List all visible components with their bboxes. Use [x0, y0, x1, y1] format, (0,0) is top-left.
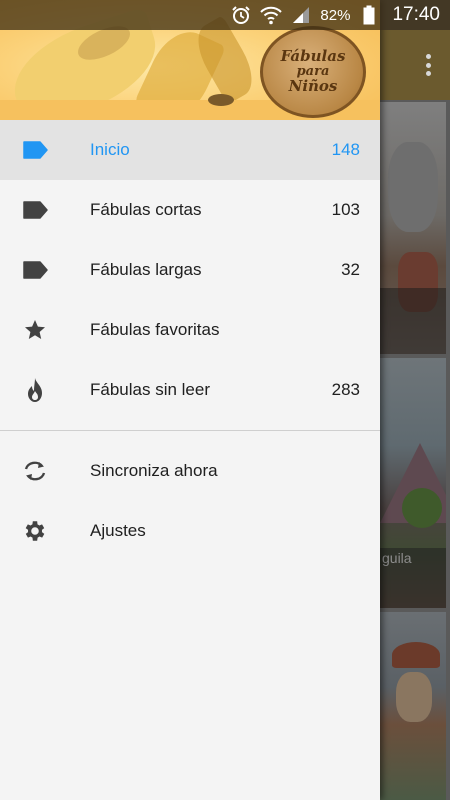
- signal-icon: [290, 4, 312, 26]
- clock: 17:40: [392, 4, 440, 25]
- gear-icon: [22, 519, 48, 543]
- menu-item-fabulas-cortas[interactable]: Fábulas cortas 103: [0, 180, 380, 240]
- card-caption-text: guila: [382, 550, 412, 566]
- menu-item-count: 283: [331, 380, 360, 399]
- ant-illustration: [208, 94, 234, 106]
- star-icon: [22, 318, 48, 342]
- menu-item-fabulas-sin-leer[interactable]: Fábulas sin leer 283: [0, 360, 380, 420]
- menu-item-label: Ajustes: [90, 521, 146, 540]
- logo-text-line: Fábulas: [280, 47, 346, 66]
- menu-item-fabulas-favoritas[interactable]: Fábulas favoritas: [0, 300, 380, 360]
- menu-item-count: 32: [341, 260, 360, 279]
- menu-item-ajustes[interactable]: Ajustes: [0, 501, 380, 561]
- menu-item-count: 103: [331, 200, 360, 219]
- label-tag-icon: [22, 198, 48, 222]
- label-tag-icon: [22, 258, 48, 282]
- menu-item-count: 148: [331, 140, 360, 159]
- flame-icon: [22, 378, 48, 402]
- wifi-icon: [260, 4, 283, 26]
- menu-item-label: Fábulas favoritas: [90, 320, 220, 339]
- menu-divider: [0, 430, 380, 431]
- overflow-menu-icon[interactable]: [420, 52, 436, 78]
- sync-icon: [22, 459, 48, 483]
- battery-percent: 82%: [320, 6, 351, 24]
- menu-item-label: Fábulas largas: [90, 260, 202, 279]
- fable-card[interactable]: [380, 102, 446, 354]
- fable-card[interactable]: [380, 612, 446, 800]
- logo-text-line: Niños: [288, 76, 338, 95]
- app-logo: Fábulas para Niños: [260, 26, 366, 118]
- battery-icon: [358, 4, 380, 26]
- navigation-drawer: Fábulas para Niños Inicio 148 Fábulas co…: [0, 0, 380, 800]
- card-caption-overlay: [380, 288, 446, 354]
- status-bar: 82% 17:40: [0, 0, 450, 30]
- label-tag-icon: [22, 138, 48, 162]
- menu-item-sincroniza-ahora[interactable]: Sincroniza ahora: [0, 441, 380, 501]
- fable-card[interactable]: guila: [380, 358, 446, 608]
- menu-item-label: Fábulas sin leer: [90, 380, 211, 399]
- menu-item-fabulas-largas[interactable]: Fábulas largas 32: [0, 240, 380, 300]
- menu-item-inicio[interactable]: Inicio 148: [0, 120, 380, 180]
- menu-item-label: Inicio: [90, 140, 130, 159]
- menu-item-label: Sincroniza ahora: [90, 461, 218, 480]
- menu-item-label: Fábulas cortas: [90, 200, 202, 219]
- drawer-menu: Inicio 148 Fábulas cortas 103 Fábulas la…: [0, 120, 380, 561]
- alarm-icon: [230, 4, 252, 26]
